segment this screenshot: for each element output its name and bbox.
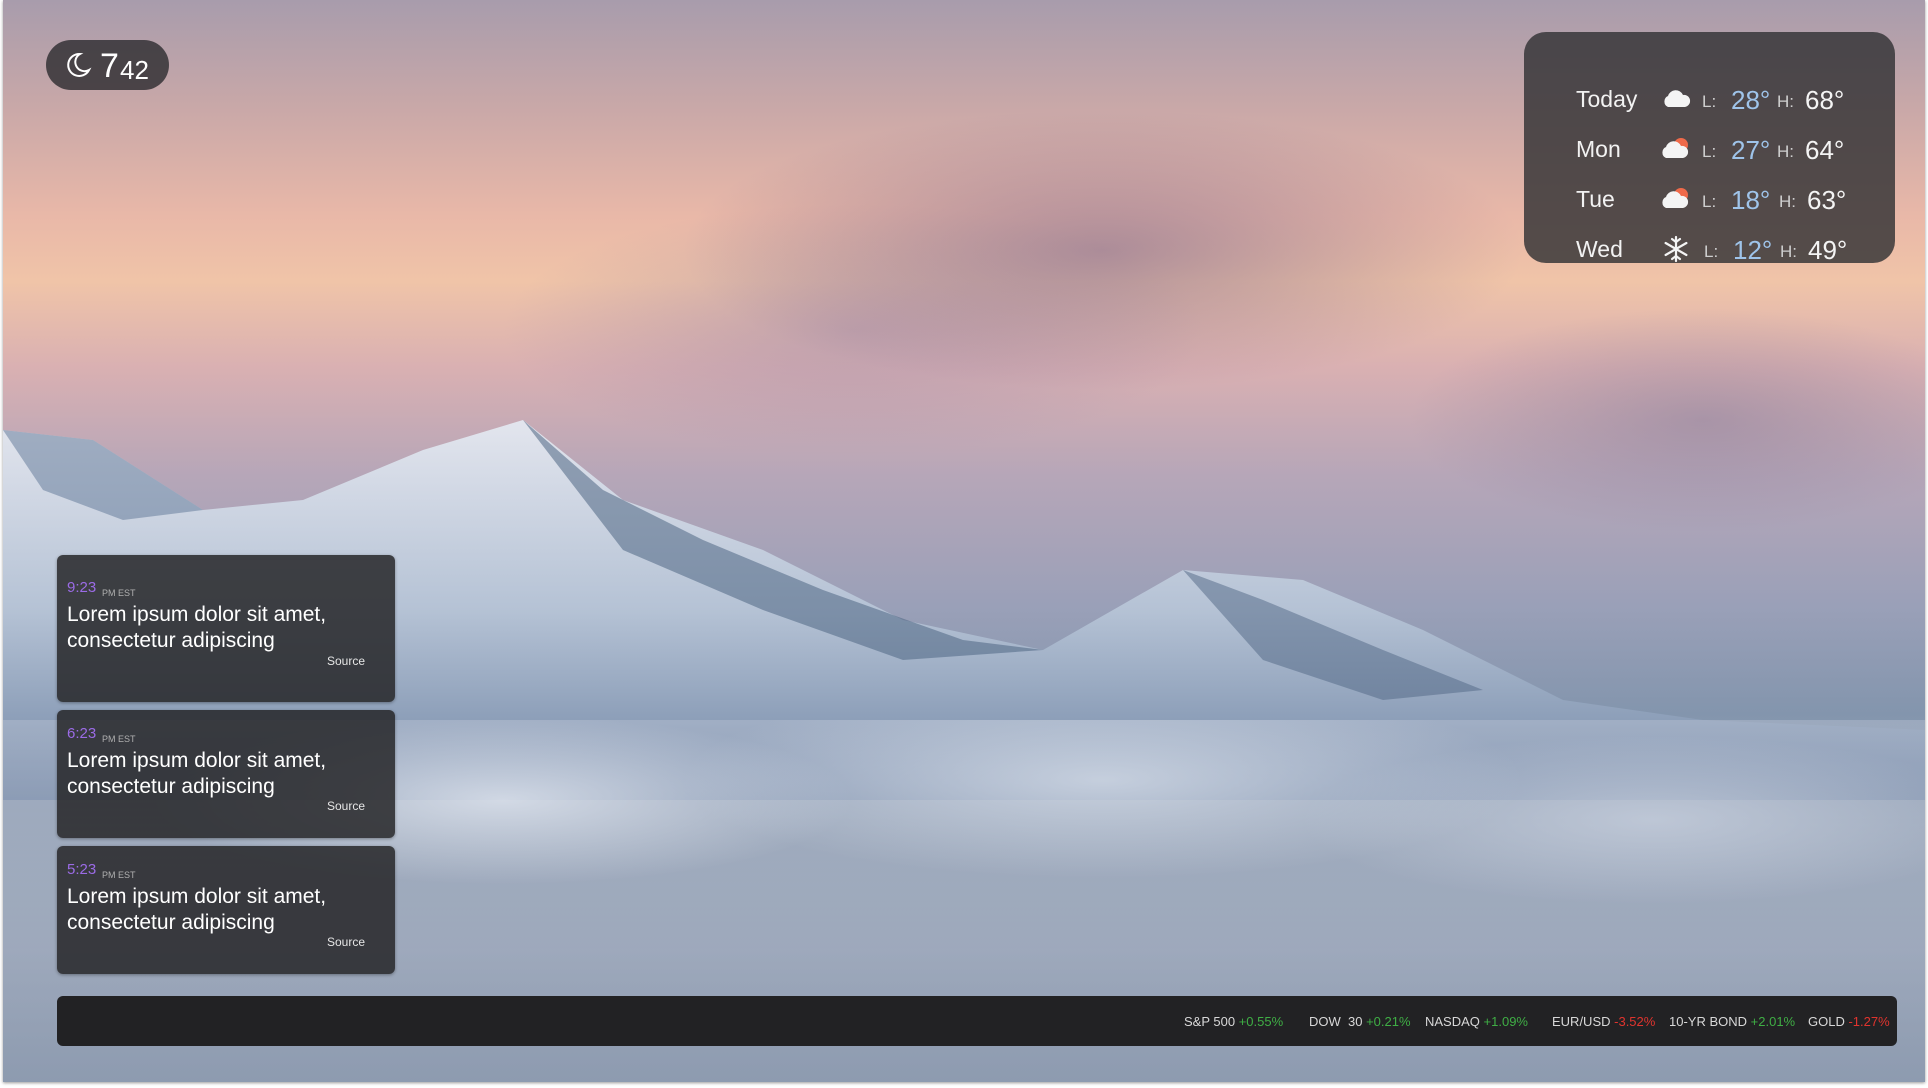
high-temp: 49° bbox=[1808, 235, 1848, 265]
low-label: L: bbox=[1702, 92, 1717, 111]
ticker-item-gold[interactable]: GOLD -1.27% bbox=[1808, 1014, 1890, 1029]
clock-hour: 7 bbox=[100, 47, 119, 85]
news-time: 6:23 bbox=[67, 725, 97, 742]
news-card[interactable]: 9:23 PM EST Lorem ipsum dolor sit amet, … bbox=[57, 555, 395, 702]
ticker-change: +1.09% bbox=[1483, 1014, 1528, 1029]
news-headline: Lorem ipsum dolor sit amet, consectetur … bbox=[67, 749, 327, 798]
low-label: L: bbox=[1704, 242, 1719, 261]
low-label: L: bbox=[1702, 192, 1717, 211]
cloud-icon bbox=[1664, 90, 1691, 107]
high-label: H: bbox=[1777, 92, 1794, 111]
market-ticker: S&P 500 +0.55% DOW 30 +0.21% NASDAQ +1.0… bbox=[57, 996, 1897, 1046]
ticker-item-sp500[interactable]: S&P 500 +0.55% bbox=[1184, 1014, 1283, 1029]
ticker-change: -1.27% bbox=[1848, 1014, 1890, 1029]
forecast-row-mon: Mon L: 27° H: 64° bbox=[1524, 128, 1895, 168]
news-time: 5:23 bbox=[67, 861, 97, 878]
news-timezone: PM EST bbox=[102, 870, 136, 880]
ticker-symbol: GOLD bbox=[1808, 1014, 1845, 1029]
high-temp: 64° bbox=[1805, 135, 1845, 165]
news-time: 9:23 bbox=[67, 579, 97, 596]
news-source[interactable]: Source bbox=[327, 935, 365, 949]
ticker-symbol: DOW 30 bbox=[1309, 1014, 1363, 1029]
news-source[interactable]: Source bbox=[327, 799, 365, 813]
ticker-symbol: 10-YR BOND bbox=[1669, 1014, 1748, 1029]
cloud-sun-icon bbox=[1662, 138, 1689, 158]
ticker-symbol: NASDAQ bbox=[1425, 1014, 1480, 1029]
news-card[interactable]: 5:23 PM EST Lorem ipsum dolor sit amet, … bbox=[57, 846, 395, 974]
ticker-item-bond[interactable]: 10-YR BOND +2.01% bbox=[1669, 1014, 1795, 1029]
low-temp: 12° bbox=[1733, 235, 1773, 265]
forecast-row-wed: Wed L: 12° H: 49° bbox=[1524, 228, 1895, 268]
ticker-change: +0.55% bbox=[1238, 1014, 1284, 1029]
forecast-day: Mon bbox=[1576, 136, 1621, 162]
ticker-item-nasdaq[interactable]: NASDAQ +1.09% bbox=[1425, 1014, 1528, 1029]
high-temp: 63° bbox=[1807, 185, 1847, 215]
moon-icon bbox=[67, 52, 92, 77]
high-label: H: bbox=[1779, 192, 1796, 211]
low-label: L: bbox=[1702, 142, 1717, 161]
high-label: H: bbox=[1780, 242, 1797, 261]
news-headline: Lorem ipsum dolor sit amet, consectetur … bbox=[67, 603, 327, 652]
ticker-item-eurusd[interactable]: EUR/USD -3.52% bbox=[1552, 1014, 1655, 1029]
clock-widget: 7 42 bbox=[46, 40, 169, 90]
low-temp: 27° bbox=[1731, 135, 1771, 165]
low-temp: 18° bbox=[1731, 185, 1771, 215]
cloud-sun-icon bbox=[1662, 188, 1689, 208]
clock-minute: 42 bbox=[120, 55, 149, 85]
forecast-day: Today bbox=[1576, 86, 1638, 112]
ticker-item-dow[interactable]: DOW 30 +0.21% bbox=[1309, 1014, 1411, 1029]
forecast-row-today: Today L: 28° H: 68° bbox=[1524, 78, 1895, 118]
news-timezone: PM EST bbox=[102, 588, 136, 598]
high-temp: 68° bbox=[1805, 85, 1845, 115]
news-timezone: PM EST bbox=[102, 734, 136, 744]
forecast-day: Tue bbox=[1576, 186, 1615, 212]
news-source[interactable]: Source bbox=[327, 654, 365, 668]
news-headline: Lorem ipsum dolor sit amet, consectetur … bbox=[67, 885, 327, 934]
ticker-symbol: S&P 500 bbox=[1184, 1014, 1236, 1029]
low-temp: 28° bbox=[1731, 85, 1771, 115]
ticker-change: +2.01% bbox=[1750, 1014, 1796, 1029]
weather-widget: Today L: 28° H: 68° Mon L: 27° H: 64° Tu… bbox=[1524, 32, 1895, 265]
news-card[interactable]: 6:23 PM EST Lorem ipsum dolor sit amet, … bbox=[57, 710, 395, 838]
forecast-row-tue: Tue L: 18° H: 63° bbox=[1524, 178, 1895, 218]
ticker-symbol: EUR/USD bbox=[1552, 1014, 1611, 1029]
ticker-change: -3.52% bbox=[1614, 1014, 1656, 1029]
snowflake-icon bbox=[1664, 235, 1688, 263]
high-label: H: bbox=[1777, 142, 1794, 161]
ticker-change: +0.21% bbox=[1366, 1014, 1411, 1029]
forecast-day: Wed bbox=[1576, 236, 1623, 262]
